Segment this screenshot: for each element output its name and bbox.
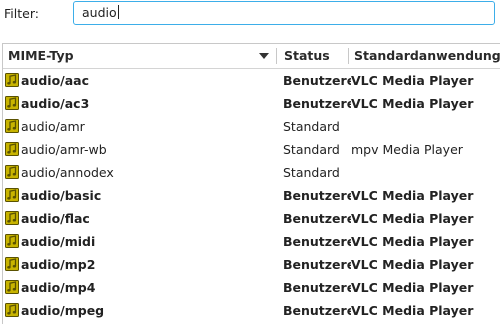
status-cell: Benutzere — [283, 211, 351, 226]
default-app-cell: VLC Media Player — [351, 96, 474, 111]
mime-type-text: audio/ac3 — [21, 96, 90, 111]
mime-type-text: audio/basic — [21, 188, 102, 203]
status-cell: Benutzere — [283, 188, 351, 203]
column-header-default-app[interactable]: Standardanwendung — [354, 44, 500, 68]
column-divider[interactable] — [276, 48, 277, 64]
default-app-cell: VLC Media Player — [351, 280, 474, 295]
table-row[interactable]: audio/annodex Standard — [3, 161, 500, 184]
audio-file-icon — [4, 279, 20, 295]
filter-input-value: audio — [82, 5, 117, 20]
mime-type-cell: audio/annodex — [4, 161, 276, 184]
table-row[interactable]: audio/amr-wb Standard mpv Media Player — [3, 138, 500, 161]
status-cell: Benutzere — [283, 280, 351, 295]
table-header: MIME-Typ Status Standardanwendung — [3, 44, 500, 69]
default-app-cell: VLC Media Player — [351, 303, 474, 318]
audio-file-icon — [4, 95, 20, 111]
audio-file-icon — [4, 187, 20, 203]
mime-type-cell: audio/basic — [4, 184, 276, 207]
default-app-cell: VLC Media Player — [351, 257, 474, 272]
table-row[interactable]: audio/mp4 Benutzere VLC Media Player — [3, 276, 500, 299]
sort-descending-icon — [259, 53, 269, 59]
mime-type-text: audio/mp4 — [21, 280, 96, 295]
mime-type-text: audio/flac — [21, 211, 90, 226]
mime-type-text: audio/amr — [21, 119, 85, 134]
mime-type-text: audio/midi — [21, 234, 96, 249]
mime-type-cell: audio/ac3 — [4, 92, 276, 115]
status-cell: Standard — [283, 142, 340, 157]
mime-type-text: audio/mp2 — [21, 257, 96, 272]
table-row[interactable]: audio/basic Benutzere VLC Media Player — [3, 184, 500, 207]
status-cell: Standard — [283, 119, 340, 134]
audio-file-icon — [4, 141, 20, 157]
mime-type-text: audio/annodex — [21, 165, 114, 180]
mime-type-cell: audio/midi — [4, 230, 276, 253]
audio-file-icon — [4, 118, 20, 134]
audio-file-icon — [4, 72, 20, 88]
status-cell: Benutzere — [283, 234, 351, 249]
filter-label: Filter: — [4, 6, 39, 21]
audio-file-icon — [4, 164, 20, 180]
default-app-cell: mpv Media Player — [351, 142, 463, 157]
mime-type-cell: audio/flac — [4, 207, 276, 230]
mime-type-cell: audio/aac — [4, 69, 276, 92]
default-app-cell: VLC Media Player — [351, 188, 474, 203]
default-app-cell: VLC Media Player — [351, 234, 474, 249]
mime-type-cell: audio/amr-wb — [4, 138, 276, 161]
mime-type-cell: audio/amr — [4, 115, 276, 138]
audio-file-icon — [4, 210, 20, 226]
column-header-mime-type[interactable]: MIME-Typ — [8, 44, 74, 68]
column-header-status[interactable]: Status — [284, 44, 330, 68]
table-row[interactable]: audio/ac3 Benutzere VLC Media Player — [3, 92, 500, 115]
status-cell: Benutzere — [283, 96, 351, 111]
table-row[interactable]: audio/flac Benutzere VLC Media Player — [3, 207, 500, 230]
default-app-cell: VLC Media Player — [351, 211, 474, 226]
mime-type-cell: audio/mp2 — [4, 253, 276, 276]
audio-file-icon — [4, 233, 20, 249]
status-cell: Benutzere — [283, 257, 351, 272]
mime-type-cell: audio/mpeg — [4, 299, 276, 322]
default-app-cell: VLC Media Player — [351, 73, 474, 88]
status-cell: Benutzere — [283, 73, 351, 88]
column-divider[interactable] — [348, 48, 349, 64]
table-row[interactable]: audio/mp2 Benutzere VLC Media Player — [3, 253, 500, 276]
filter-bar: Filter: audio — [0, 0, 500, 30]
status-cell: Benutzere — [283, 303, 351, 318]
mime-type-text: audio/amr-wb — [21, 142, 107, 157]
audio-file-icon — [4, 256, 20, 272]
status-cell: Standard — [283, 165, 340, 180]
audio-file-icon — [4, 302, 20, 318]
mime-type-text: audio/mpeg — [21, 303, 105, 318]
mime-type-cell: audio/mp4 — [4, 276, 276, 299]
table-row[interactable]: audio/amr Standard — [3, 115, 500, 138]
table-body: audio/aac Benutzere VLC Media Player audio/… — [3, 69, 500, 322]
text-cursor — [117, 5, 119, 19]
table-row[interactable]: audio/mpeg Benutzere VLC Media Player — [3, 299, 500, 322]
table-row[interactable]: audio/aac Benutzere VLC Media Player — [3, 69, 500, 92]
table-row[interactable]: audio/midi Benutzere VLC Media Player — [3, 230, 500, 253]
mime-type-table[interactable]: MIME-Typ Status Standardanwendung audio/… — [2, 43, 500, 324]
filter-input[interactable]: audio — [73, 1, 495, 25]
mime-type-text: audio/aac — [21, 73, 89, 88]
